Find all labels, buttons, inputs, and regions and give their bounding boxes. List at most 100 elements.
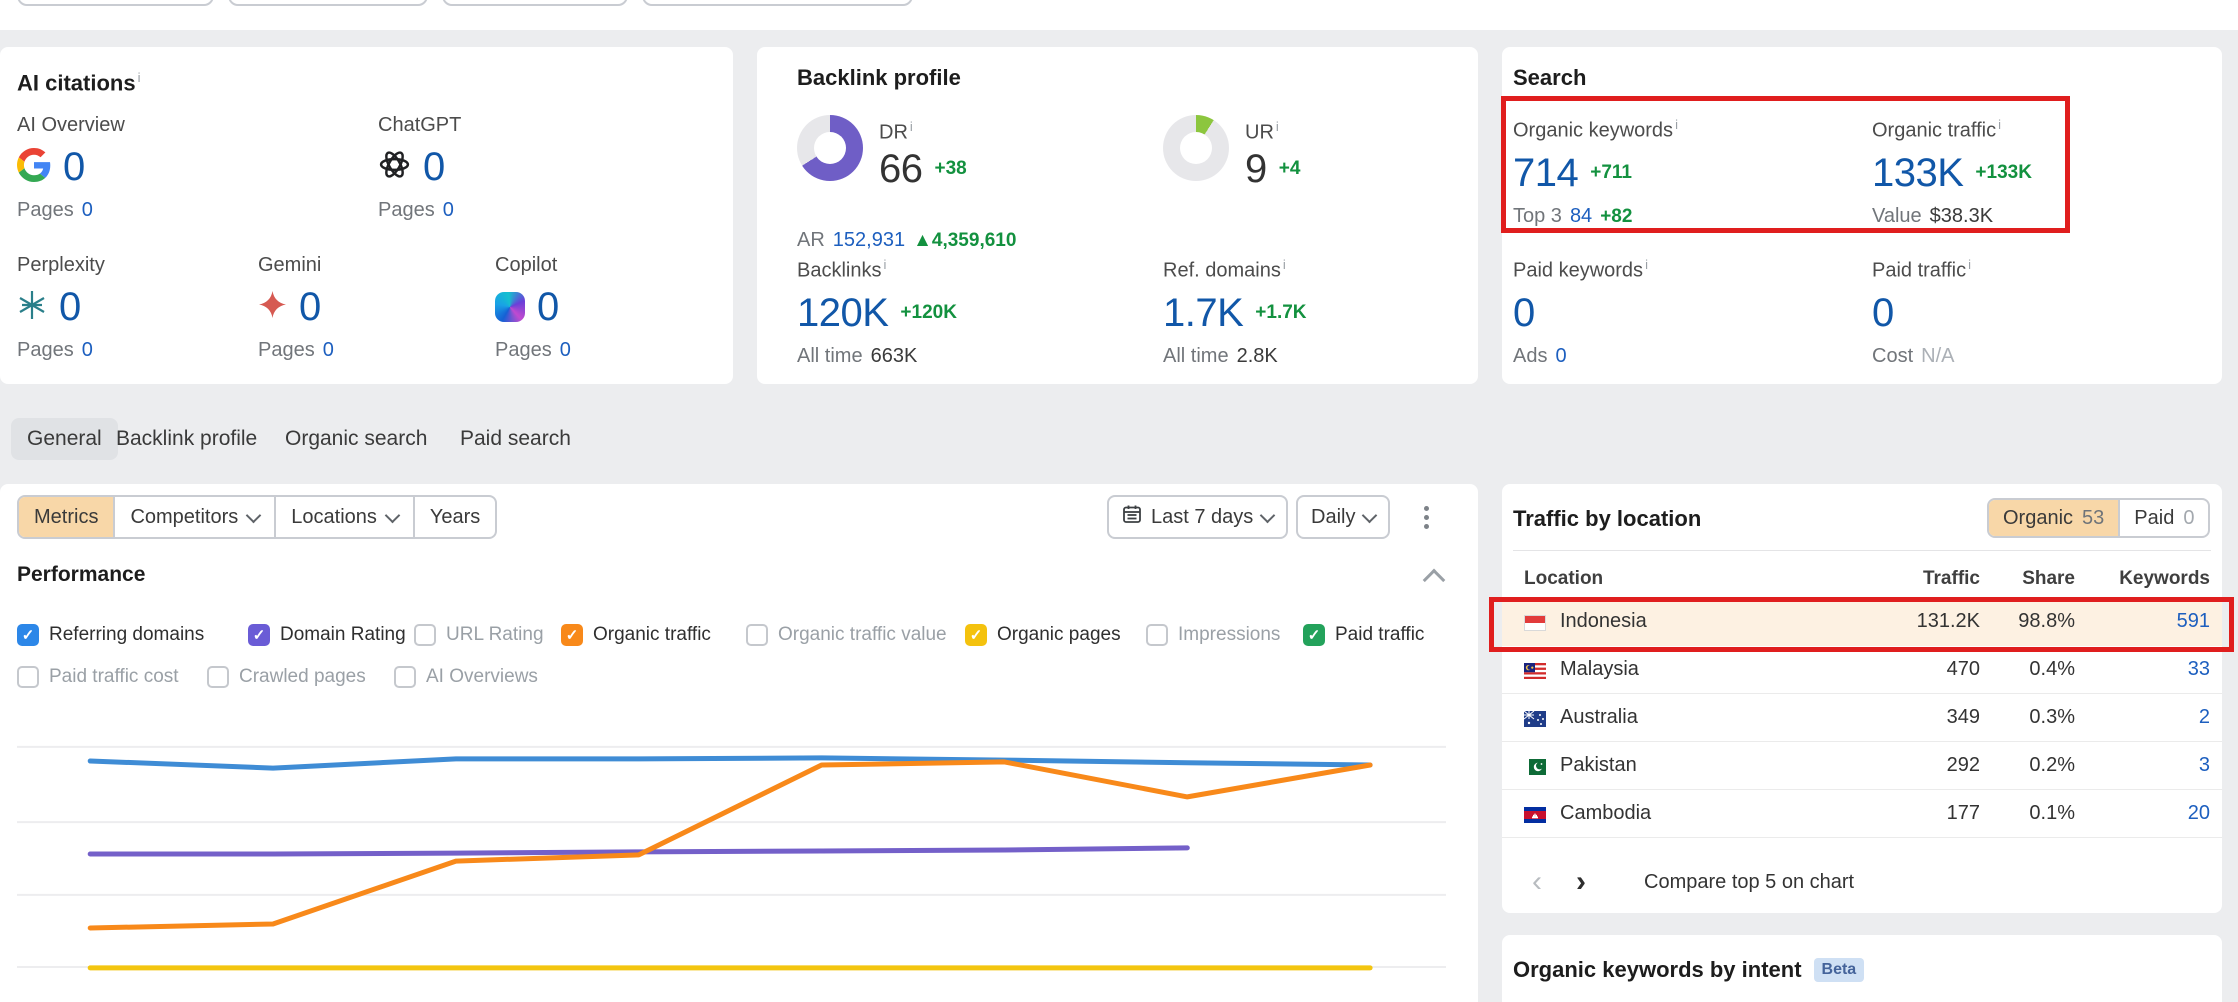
checkbox-crawled-pages[interactable]: Crawled pages	[207, 665, 366, 689]
share-cell: 0.1%	[2029, 802, 2075, 825]
checkbox-icon	[394, 666, 416, 688]
competitors-segment-button[interactable]: Competitors	[113, 497, 274, 537]
tab-organic-search[interactable]: Organic search	[285, 418, 427, 460]
info-icon[interactable]: i	[1645, 257, 1648, 272]
more-options-kebab-icon[interactable]	[1414, 495, 1438, 539]
organic-toggle-button[interactable]: Organic53	[1989, 500, 2118, 536]
ref-domains-value[interactable]: 1.7K	[1163, 291, 1243, 335]
date-range-button[interactable]: Last 7 days	[1107, 495, 1288, 539]
keywords-link[interactable]: 591	[2177, 610, 2210, 633]
locations-segment-label: Locations	[291, 506, 377, 529]
keywords-link[interactable]: 3	[2199, 754, 2210, 777]
info-icon[interactable]: i	[1998, 117, 2001, 132]
organic-keywords-label: Organic keywordsi	[1513, 113, 1678, 143]
paid-traffic-value[interactable]: 0	[1872, 291, 1894, 335]
prev-page-chevron-icon[interactable]: ‹	[1532, 865, 1542, 899]
chevron-down-icon	[1362, 507, 1378, 523]
years-segment-button[interactable]: Years	[413, 497, 495, 537]
chevron-down-icon	[1260, 507, 1276, 523]
pages-value-link[interactable]: 0	[323, 339, 334, 362]
info-icon[interactable]: i	[1968, 257, 1971, 272]
keywords-by-intent-title: Organic keywords by intentBeta	[1513, 957, 1864, 983]
pages-label: Pages	[258, 339, 315, 362]
info-icon[interactable]: i	[883, 257, 886, 272]
paid-traffic-label-text: Paid traffic	[1872, 260, 1966, 282]
organic-traffic-value[interactable]: 133K	[1872, 151, 1963, 195]
perplexity-value[interactable]: 0	[59, 285, 81, 329]
checkbox-organic-pages[interactable]: ✓Organic pages	[965, 623, 1121, 647]
top-filter-box-2[interactable]	[228, 0, 428, 6]
info-icon[interactable]: i	[138, 70, 141, 85]
chatgpt-value[interactable]: 0	[423, 145, 445, 189]
table-row-malaysia[interactable]: Malaysia 470 0.4% 33	[1502, 646, 2222, 694]
ads-value-link[interactable]: 0	[1555, 345, 1566, 368]
metrics-segment-button[interactable]: Metrics	[19, 497, 113, 537]
metrics-segment-label: Metrics	[34, 506, 98, 529]
locations-segment-button[interactable]: Locations	[274, 497, 413, 537]
gemini-label: Gemini	[258, 253, 334, 277]
pages-value-link[interactable]: 0	[560, 339, 571, 362]
perplexity-icon	[17, 290, 47, 325]
pages-value-link[interactable]: 0	[82, 339, 93, 362]
tab-paid-search[interactable]: Paid search	[460, 418, 571, 460]
pages-value-link[interactable]: 0	[443, 199, 454, 222]
traffic-by-location-title-text: Traffic by location	[1513, 506, 1701, 531]
info-icon[interactable]: i	[1283, 257, 1286, 272]
backlinks-value[interactable]: 120K	[797, 291, 888, 335]
competitors-segment-label: Competitors	[130, 506, 238, 529]
collapse-chevron-up-icon[interactable]	[1423, 569, 1446, 592]
table-row-cambodia[interactable]: Cambodia 177 0.1% 20	[1502, 790, 2222, 838]
top-filter-box-1[interactable]	[17, 0, 214, 6]
checkbox-referring-domains[interactable]: ✓Referring domains	[17, 623, 204, 647]
ai-overview-value[interactable]: 0	[63, 145, 85, 189]
info-icon[interactable]: i	[910, 119, 913, 134]
checkbox-paid-traffic[interactable]: ✓Paid traffic	[1303, 623, 1424, 647]
beta-badge: Beta	[1814, 958, 1865, 982]
tab-general[interactable]: General	[11, 418, 118, 460]
chevron-down-icon	[246, 507, 262, 523]
keywords-link[interactable]: 33	[2188, 658, 2210, 681]
backlink-profile-card: Backlink profile DRi 66+38 URi 9+4 AR 15…	[757, 47, 1478, 384]
organic-keywords-value[interactable]: 714	[1513, 151, 1578, 195]
granularity-button[interactable]: Daily	[1296, 495, 1390, 539]
backlinks-metric: Backlinksi 120K+120K All time663K	[797, 253, 957, 368]
copilot-icon	[495, 292, 525, 322]
table-row-australia[interactable]: Australia 349 0.3% 2	[1502, 694, 2222, 742]
paid-keywords-label-text: Paid keywords	[1513, 260, 1643, 282]
info-icon[interactable]: i	[1675, 117, 1678, 132]
checkbox-organic-traffic[interactable]: ✓Organic traffic	[561, 623, 711, 647]
checkbox-icon: ✓	[248, 624, 270, 646]
next-page-chevron-icon[interactable]: ›	[1576, 865, 1586, 899]
checkbox-ai-overviews[interactable]: AI Overviews	[394, 665, 538, 689]
perplexity-label: Perplexity	[17, 253, 105, 277]
paid-keywords-metric: Paid keywordsi 0 Ads0	[1513, 253, 1648, 368]
checkbox-paid-traffic-cost[interactable]: Paid traffic cost	[17, 665, 179, 689]
top-filter-box-4[interactable]	[642, 0, 913, 6]
years-segment-label: Years	[430, 506, 480, 529]
checkbox-organic-traffic-value[interactable]: Organic traffic value	[746, 623, 947, 647]
checkbox-impressions[interactable]: Impressions	[1146, 623, 1280, 647]
paid-toggle-count: 0	[2183, 507, 2194, 530]
copilot-value[interactable]: 0	[537, 285, 559, 329]
top-filter-box-3[interactable]	[442, 0, 628, 6]
info-icon[interactable]: i	[1276, 119, 1279, 134]
checkbox-domain-rating[interactable]: ✓Domain Rating	[248, 623, 406, 647]
compare-top5-link[interactable]: Compare top 5 on chart	[1644, 871, 1854, 894]
tab-backlink-profile[interactable]: Backlink profile	[116, 418, 257, 460]
checkbox-icon	[207, 666, 229, 688]
paid-keywords-value[interactable]: 0	[1513, 291, 1535, 335]
table-row-indonesia[interactable]: Indonesia 131.2K 98.8% 591	[1502, 598, 2222, 646]
country-name: Malaysia	[1560, 658, 1639, 681]
all-time-label: All time	[1163, 345, 1229, 368]
gemini-value[interactable]: 0	[299, 285, 321, 329]
keywords-link[interactable]: 2	[2199, 706, 2210, 729]
paid-toggle-button[interactable]: Paid0	[2118, 500, 2208, 536]
table-row-pakistan[interactable]: Pakistan 292 0.2% 3	[1502, 742, 2222, 790]
column-header-location: Location	[1524, 568, 1603, 590]
keywords-link[interactable]: 20	[2188, 802, 2210, 825]
checkbox-label: Organic pages	[997, 624, 1121, 646]
pages-value-link[interactable]: 0	[82, 199, 93, 222]
ar-value-link[interactable]: 152,931	[833, 229, 905, 252]
checkbox-url-rating[interactable]: URL Rating	[414, 623, 544, 647]
top3-value-link[interactable]: 84	[1570, 205, 1592, 228]
